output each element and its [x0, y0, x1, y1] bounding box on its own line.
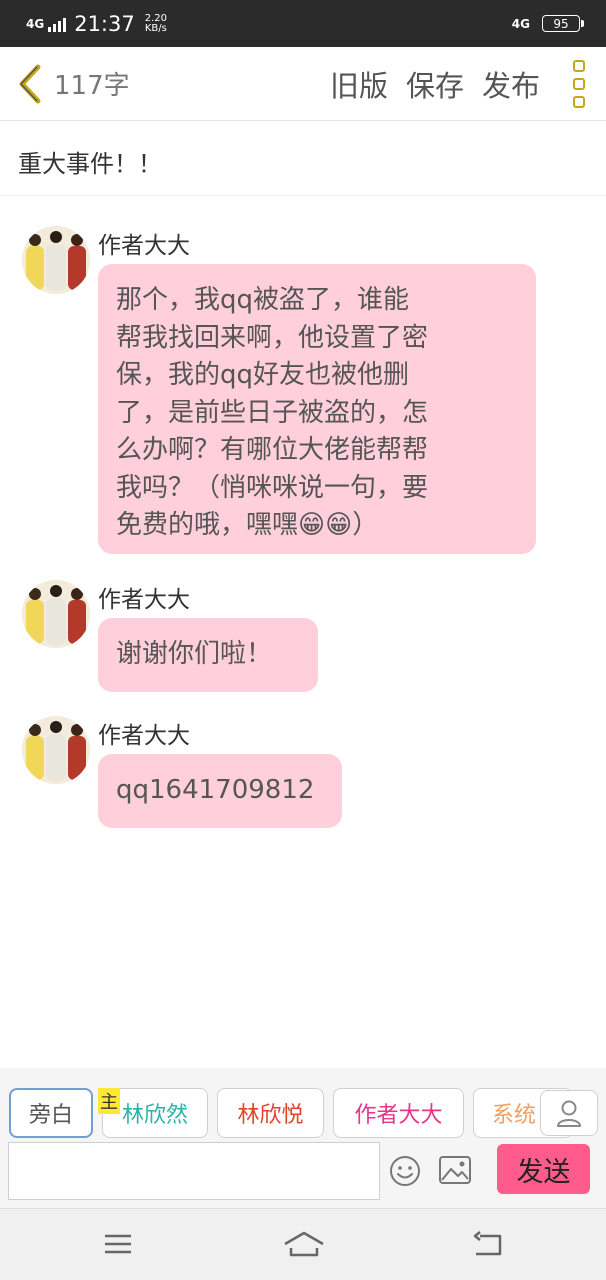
message-author: 作者大大 [98, 587, 190, 613]
network-type-right: 4G [511, 16, 530, 31]
message-item[interactable]: 作者大大 那个，我qq被盗了，谁能 帮我找回来啊，他设置了密 保，我的qq好友也… [22, 226, 592, 556]
message-item[interactable]: 作者大大 qq1641709812 [22, 716, 592, 830]
role-selector: 旁白 林欣然 林欣悦 作者大大 系统 [0, 1088, 606, 1140]
message-line: 那个，我qq被盗了，谁能 [116, 285, 410, 315]
chevron-left-icon[interactable] [16, 62, 48, 106]
network-type: 4G [26, 16, 45, 31]
story-title[interactable]: 重大事件！！ [0, 122, 606, 196]
signal-icon [48, 16, 67, 32]
avatar [22, 716, 90, 784]
role-label: 林欣悦 [237, 1103, 304, 1128]
network-speed: 2.20 KB/s [144, 13, 167, 34]
emoji-icon[interactable] [388, 1154, 422, 1192]
message-line: 免费的哦，嘿嘿😁😁） [116, 510, 379, 540]
message-line: 保，我的qq好友也被他删 [116, 360, 410, 390]
clock: 21:37 [74, 11, 135, 36]
save-button[interactable]: 保存 [406, 63, 464, 105]
image-icon[interactable] [438, 1154, 472, 1190]
editor-toolbar: 117字 旧版 保存 发布 [0, 47, 606, 121]
message-input[interactable] [8, 1142, 380, 1200]
speed-unit: KB/s [144, 22, 167, 34]
message-author: 作者大大 [98, 723, 190, 749]
message-bubble[interactable]: 谢谢你们啦！ [98, 618, 318, 692]
battery-icon: 95 [542, 15, 584, 32]
return-icon[interactable] [470, 1229, 506, 1263]
role-label: 旁白 [28, 1103, 73, 1128]
message-bubble[interactable]: qq1641709812 [98, 754, 342, 828]
status-bar: 4G 21:37 2.20 KB/s 4G 95 [0, 0, 606, 47]
user-icon[interactable] [540, 1090, 598, 1136]
message-item[interactable]: 作者大大 谢谢你们啦！ [22, 580, 592, 692]
system-nav-bar [0, 1208, 606, 1280]
role-chip[interactable]: 林欣悦 [217, 1088, 324, 1138]
home-icon[interactable] [282, 1229, 326, 1263]
message-bubble[interactable]: 那个，我qq被盗了，谁能 帮我找回来啊，他设置了密 保，我的qq好友也被他删 了… [98, 264, 536, 554]
send-button[interactable]: 发送 [497, 1144, 590, 1194]
composer-panel: 旁白 林欣然 林欣悦 作者大大 系统 主 发送 [0, 1068, 606, 1208]
old-version-button[interactable]: 旧版 [330, 63, 388, 105]
message-line: qq1641709812 [116, 775, 315, 805]
message-line: 谢谢你们啦！ [116, 639, 273, 669]
message-line: 么办啊？有哪位大佬能帮帮 [116, 435, 429, 465]
message-author: 作者大大 [98, 233, 190, 259]
avatar [22, 580, 90, 648]
message-line: 了，是前些日子被盗的，怎 [116, 397, 429, 428]
battery-level: 95 [553, 16, 569, 31]
avatar [22, 226, 90, 294]
role-label: 林欣然 [121, 1103, 188, 1128]
host-badge: 主 [98, 1088, 120, 1114]
role-label: 系统 [492, 1103, 537, 1128]
role-chip-narrator[interactable]: 旁白 [9, 1088, 93, 1138]
send-label: 发送 [516, 1156, 571, 1188]
more-vertical-icon[interactable] [568, 59, 590, 108]
role-chip[interactable]: 作者大大 [333, 1088, 464, 1138]
role-label: 作者大大 [354, 1103, 443, 1128]
publish-button[interactable]: 发布 [482, 63, 540, 105]
message-line: 我吗？（悄咪咪说一句，要 [116, 472, 429, 503]
menu-icon[interactable] [102, 1229, 134, 1263]
word-count: 117字 [54, 71, 130, 101]
message-line: 帮我找回来啊，他设置了密 [116, 322, 429, 353]
